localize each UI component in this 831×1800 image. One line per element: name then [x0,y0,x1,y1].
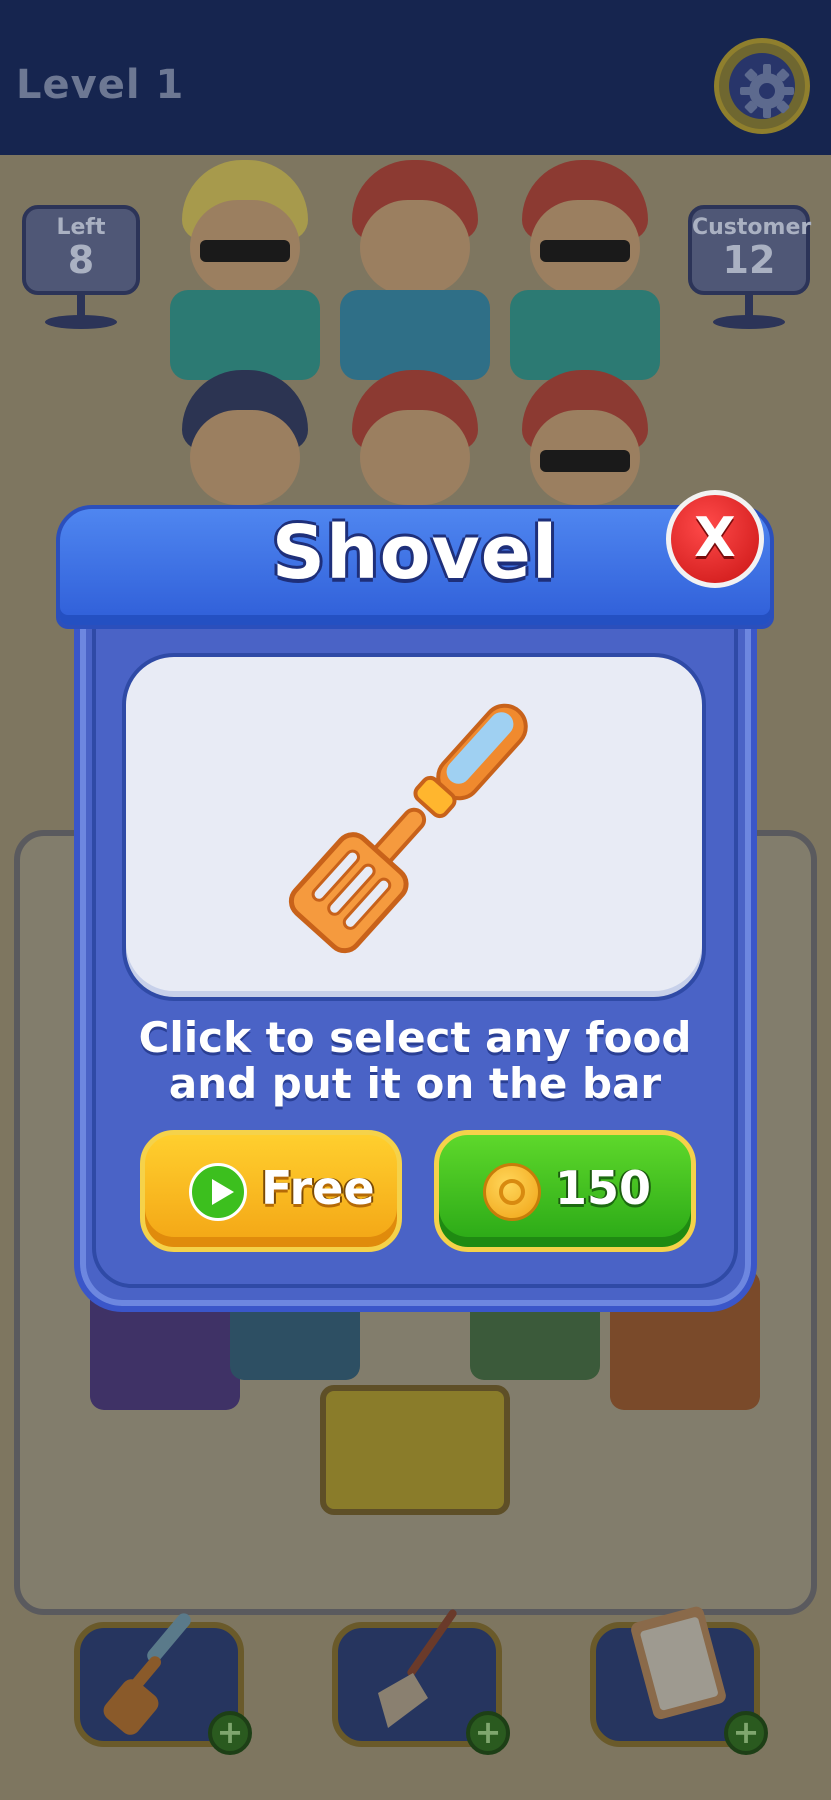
customer-counter-label: Customer [692,215,812,240]
left-counter: Left 8 [22,205,140,329]
tool-shovel[interactable]: + [74,1613,252,1755]
buy-with-coins-button[interactable]: 150 [434,1130,696,1252]
modal-description: Click to select any food and put it on t… [138,1013,692,1108]
spatula-icon [288,703,528,954]
add-checklist-button[interactable]: + [724,1711,768,1755]
coin-icon [483,1163,541,1221]
broom-icon [378,1609,457,1728]
customer-counter: Customer 12 [688,205,812,329]
customer-character [510,160,660,380]
free-button[interactable]: Free [140,1130,402,1252]
top-bar: Level 1 [0,0,831,155]
free-button-label: Free [261,1161,375,1215]
coin-price-label: 150 [555,1161,652,1215]
customer-counter-value: 12 [722,238,776,282]
add-broom-button[interactable]: + [466,1711,510,1755]
gear-icon [740,64,794,118]
customer-character [170,160,320,380]
settings-button[interactable] [714,38,810,134]
customer-character [340,160,490,380]
modal-title: Shovel [271,510,559,596]
food-item [320,1385,510,1515]
tool-checklist[interactable]: + [590,1606,768,1755]
play-icon [189,1163,247,1221]
item-preview-card [122,653,706,1001]
clipboard-icon [631,1606,726,1720]
left-counter-value: 8 [67,238,95,282]
level-label: Level 1 [16,62,185,108]
spatula-icon [103,1613,191,1735]
add-shovel-button[interactable]: + [208,1711,252,1755]
left-counter-label: Left [56,215,106,240]
close-button[interactable]: X [666,490,764,588]
tool-broom[interactable]: + [332,1609,510,1755]
